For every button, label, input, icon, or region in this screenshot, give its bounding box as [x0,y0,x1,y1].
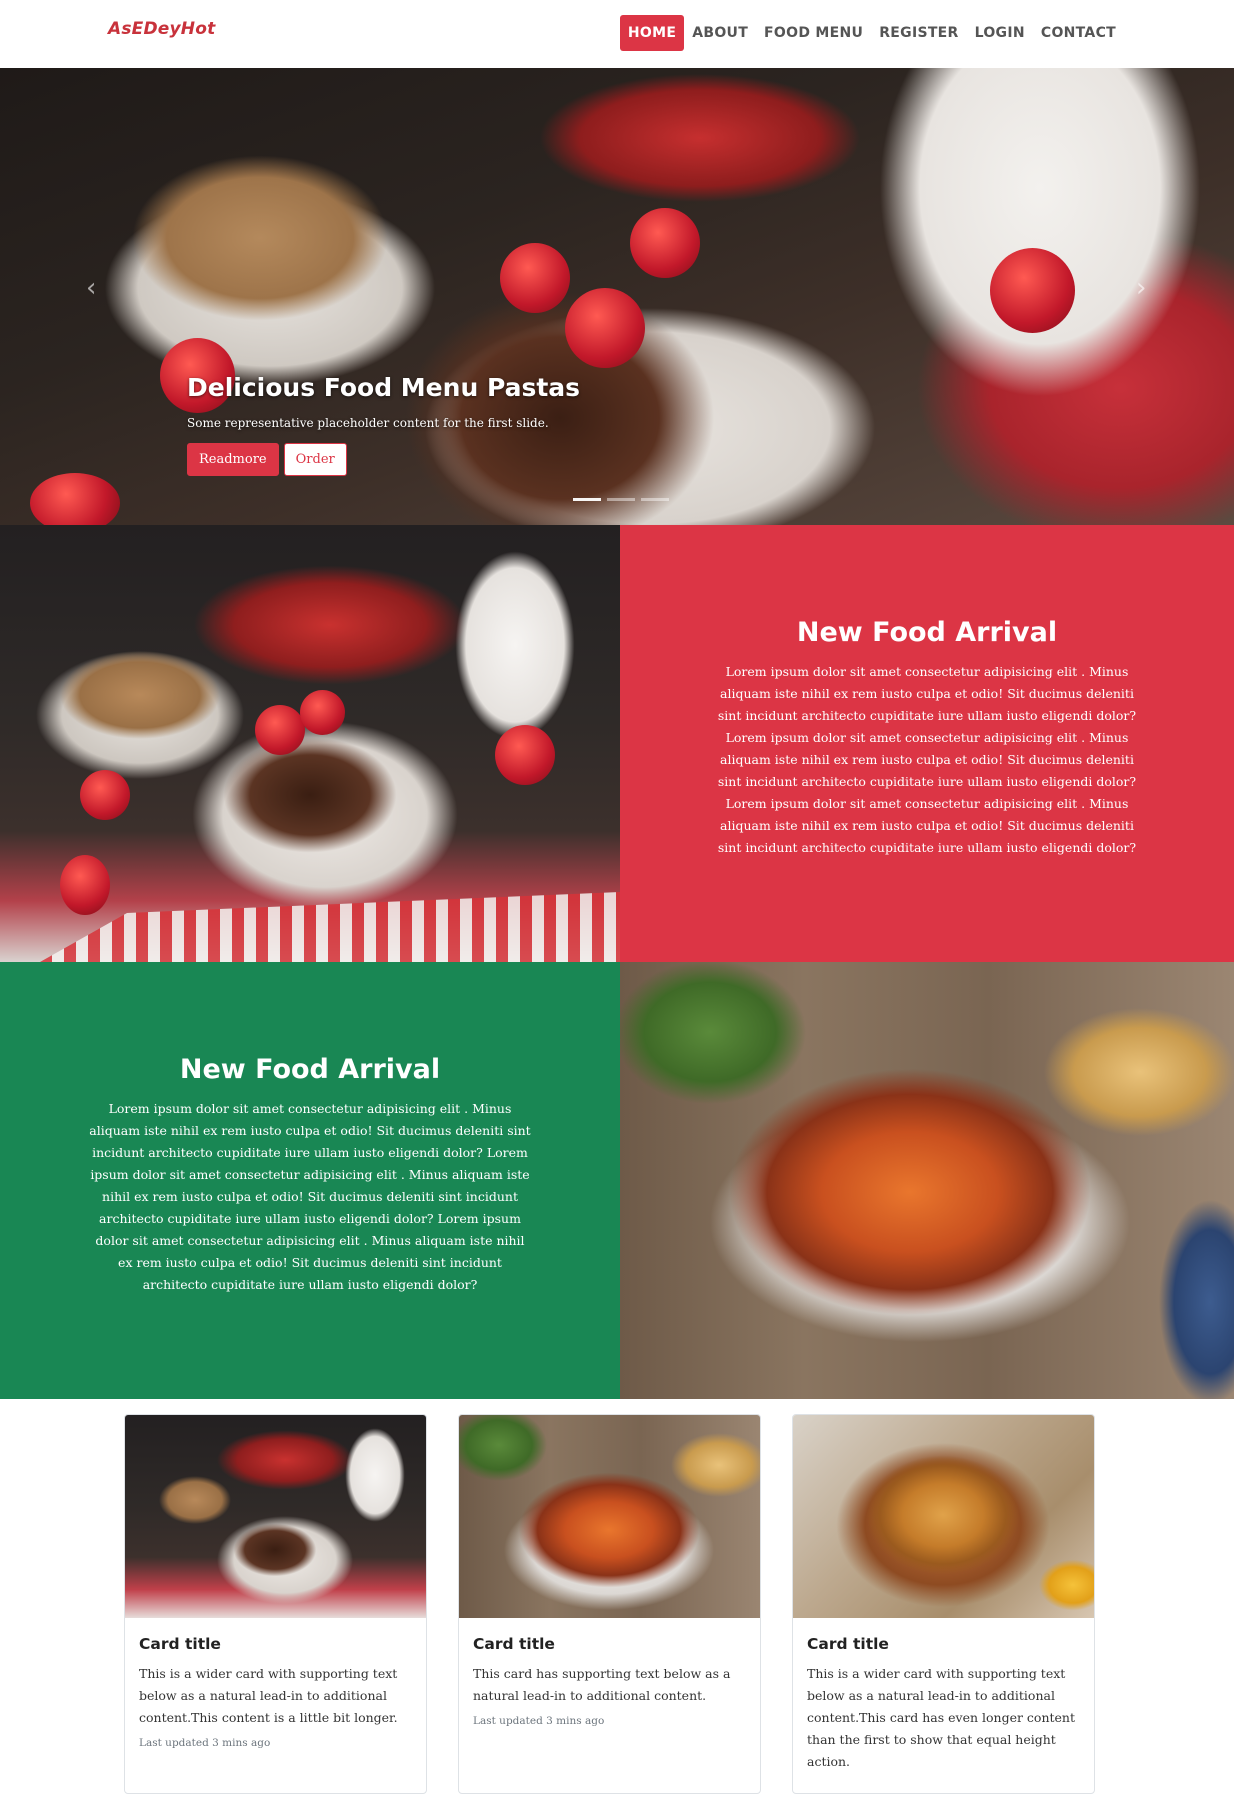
feature-row-1: New Food Arrival Lorem ipsum dolor sit a… [0,525,1234,962]
nav-item-home[interactable]: HOME [619,15,685,51]
feature-row-2: New Food Arrival Lorem ipsum dolor sit a… [0,962,1234,1399]
card-image [125,1415,426,1618]
card-text: This is a wider card with supporting tex… [807,1666,1075,1769]
carousel-next-icon[interactable]: › [1136,273,1146,303]
strawberry-decoration [255,705,305,755]
card-title: Card title [807,1635,889,1653]
carousel-prev-icon[interactable]: ‹ [86,273,96,303]
carousel-indicators [573,498,669,501]
panel-title: New Food Arrival [179,1054,441,1085]
carousel-indicator-2[interactable] [607,498,635,501]
nav-menu: HOME ABOUT FOOD MENU REGISTER LOGIN CONT… [619,15,1124,51]
nav-item-food-menu[interactable]: FOOD MENU [756,15,871,51]
card-updated: Last updated 3 mins ago [139,1737,271,1749]
card-body: Card title This card has supporting text… [459,1618,760,1737]
carousel-indicator-1[interactable] [573,498,601,501]
chicken-wings-image [620,962,1234,1399]
pancake-image [0,525,620,962]
new-arrival-panel-red: New Food Arrival Lorem ipsum dolor sit a… [620,525,1234,962]
panel-text: Lorem ipsum dolor sit amet consectetur a… [89,1101,531,1292]
card-2: Card title This card has supporting text… [458,1414,761,1794]
strawberry-decoration [80,770,130,820]
card-3: Card title This is a wider card with sup… [792,1414,1095,1794]
card-title: Card title [139,1635,221,1653]
navbar: AsEDeyHot HOME ABOUT FOOD MENU REGISTER … [0,0,1234,68]
order-button[interactable]: Order [283,443,347,476]
card-updated: Last updated 3 mins ago [473,1715,605,1727]
strawberry-decoration [300,690,345,735]
strawberry-decoration [60,855,110,915]
hero-caption: Delicious Food Menu Pastas Some represen… [187,373,580,476]
strawberry-decoration [500,243,570,313]
nav-item-about[interactable]: ABOUT [684,15,756,51]
card-text: This card has supporting text below as a… [473,1666,731,1703]
card-1: Card title This is a wider card with sup… [124,1414,427,1794]
hero-carousel: ‹ › Delicious Food Menu Pastas Some repr… [0,68,1234,525]
carousel-indicator-3[interactable] [641,498,669,501]
hero-subtitle: Some representative placeholder content … [187,416,549,430]
card-image [459,1415,760,1618]
nav-item-login[interactable]: LOGIN [967,15,1033,51]
card-text: This is a wider card with supporting tex… [139,1666,398,1725]
card-title: Card title [473,1635,555,1653]
card-body: Card title This is a wider card with sup… [125,1618,426,1759]
checkered-cloth [40,892,620,962]
card-image [793,1415,1094,1618]
strawberry-decoration [495,725,555,785]
panel-title: New Food Arrival [796,617,1058,648]
readmore-button[interactable]: Readmore [187,443,279,476]
brand-logo[interactable]: AsEDeyHot [108,19,215,39]
card-body: Card title This is a wider card with sup… [793,1618,1094,1791]
hero-buttons: Readmore Order [187,443,580,476]
strawberry-decoration [565,288,645,368]
panel-text: Lorem ipsum dolor sit amet consectetur a… [717,664,1137,855]
hero-title: Delicious Food Menu Pastas [187,373,581,402]
new-arrival-panel-green: New Food Arrival Lorem ipsum dolor sit a… [0,962,620,1399]
nav-item-register[interactable]: REGISTER [871,15,966,51]
nav-item-contact[interactable]: CONTACT [1033,15,1124,51]
strawberry-decoration [30,473,120,525]
strawberry-decoration [630,208,700,278]
strawberry-decoration [990,248,1075,333]
card-group: Card title This is a wider card with sup… [124,1414,1096,1794]
